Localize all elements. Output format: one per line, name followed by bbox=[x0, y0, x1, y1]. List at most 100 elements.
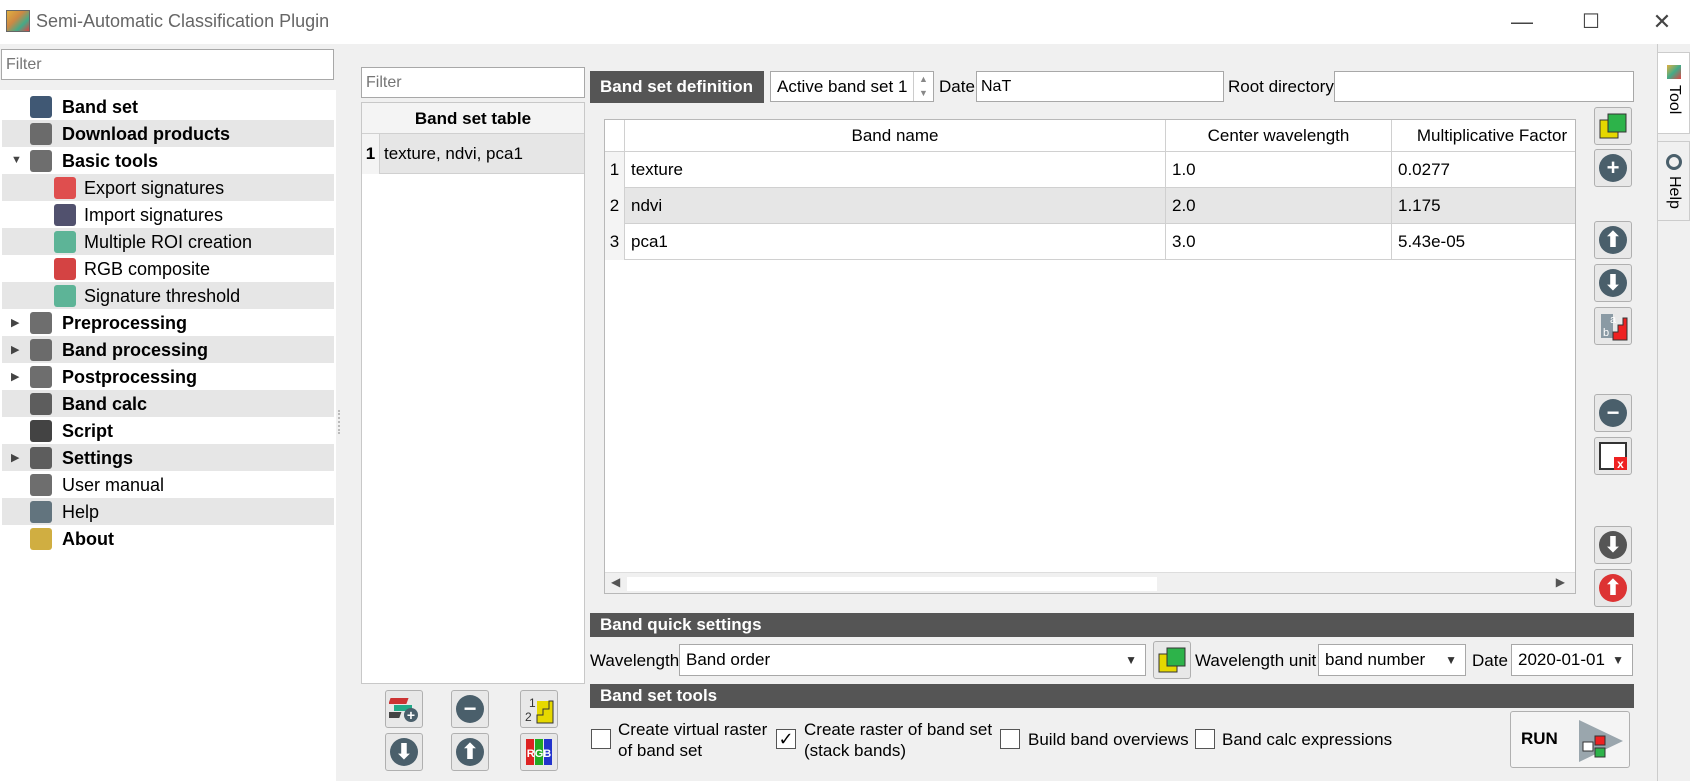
sort-bandset-button[interactable]: 12 bbox=[520, 690, 558, 728]
tree-item-label: Export signatures bbox=[84, 178, 225, 198]
tree-item-basic-tools[interactable]: ▼ Basic tools bbox=[2, 147, 334, 174]
quick-date-picker[interactable]: 2020-01-01 ▼ bbox=[1511, 644, 1633, 676]
run-button[interactable]: RUN bbox=[1510, 711, 1630, 768]
tree-item-multiple-roi-creation[interactable]: Multiple ROI creation bbox=[2, 228, 334, 255]
add-band-button[interactable]: + bbox=[1594, 149, 1632, 187]
tree-item-label: Settings bbox=[62, 448, 134, 468]
sort-alphabetical-icon: ab bbox=[1601, 314, 1628, 341]
tree-item-script[interactable]: Script bbox=[2, 417, 334, 444]
svg-text:x: x bbox=[1617, 457, 1624, 471]
chevron-down-icon[interactable]: ▼ bbox=[11, 154, 22, 166]
rgb-bandset-button[interactable]: RGB bbox=[520, 733, 558, 771]
move-band-up-button[interactable]: ⬆ bbox=[1594, 221, 1632, 259]
tree-item-preprocessing[interactable]: ▶ Preprocessing bbox=[2, 309, 334, 336]
band-name-cell[interactable]: texture bbox=[625, 152, 1166, 188]
band-name-cell[interactable]: pca1 bbox=[625, 224, 1166, 260]
chevron-right-icon[interactable]: ▶ bbox=[11, 316, 19, 329]
move-bandset-down-button[interactable]: ⬇ bbox=[385, 733, 423, 771]
import-button[interactable]: ⬇ bbox=[1594, 526, 1632, 564]
table-row[interactable]: 3 pca1 3.0 5.43e-05 bbox=[605, 224, 1575, 260]
scroll-right-icon[interactable]: ▶ bbox=[1556, 575, 1565, 589]
add-bandset-icon: + bbox=[389, 698, 418, 723]
scrollbar-thumb[interactable] bbox=[627, 577, 1157, 591]
arrow-up-icon: ⬆ bbox=[456, 738, 484, 766]
minus-icon: − bbox=[456, 695, 484, 723]
bandset-filter-input[interactable] bbox=[361, 67, 585, 98]
remove-bandset-button[interactable]: − bbox=[451, 690, 489, 728]
center-wavelength-cell[interactable]: 2.0 bbox=[1166, 188, 1392, 224]
band-calc-expressions-label: Band calc expressions bbox=[1222, 730, 1393, 749]
import-signatures-icon bbox=[54, 204, 76, 226]
help-icon bbox=[30, 501, 52, 523]
scroll-left-icon[interactable]: ◀ bbox=[611, 575, 620, 589]
center-wavelength-cell[interactable]: 1.0 bbox=[1166, 152, 1392, 188]
clear-table-button[interactable]: x bbox=[1594, 437, 1632, 475]
tool-side-tab[interactable]: Tool bbox=[1657, 52, 1690, 134]
multiplicative-factor-cell[interactable]: 5.43e-05 bbox=[1392, 224, 1575, 260]
svg-text:1: 1 bbox=[529, 696, 536, 710]
export-button[interactable]: ⬆ bbox=[1594, 569, 1632, 607]
help-side-tab[interactable]: Help bbox=[1657, 141, 1690, 221]
move-bandset-up-button[interactable]: ⬆ bbox=[451, 733, 489, 771]
active-band-set-spinbox[interactable]: Active band set 1 ▲ ▼ bbox=[770, 71, 934, 102]
multiplicative-factor-cell[interactable]: 0.0277 bbox=[1392, 152, 1575, 188]
multiplicative-factor-cell[interactable]: 1.175 bbox=[1392, 188, 1575, 224]
remove-band-button[interactable]: − bbox=[1594, 394, 1632, 432]
chevron-right-icon[interactable]: ▶ bbox=[11, 343, 19, 356]
maximize-button[interactable]: ☐ bbox=[1566, 6, 1616, 38]
sort-bands-button[interactable]: ab bbox=[1594, 307, 1632, 345]
col-header-multiplicative-factor[interactable]: Multiplicative Factor bbox=[1392, 120, 1575, 152]
tree-item-settings[interactable]: ▶ Settings bbox=[2, 444, 334, 471]
bandset-value: texture, ndvi, pca1 bbox=[384, 144, 523, 163]
horizontal-scrollbar[interactable]: ◀ ▶ bbox=[605, 572, 1575, 593]
help-tab-label: Help bbox=[1666, 176, 1683, 209]
svg-text:2: 2 bbox=[525, 710, 532, 724]
tree-item-band-set[interactable]: Band set bbox=[2, 93, 334, 120]
stack-bands-label-line2: (stack bands) bbox=[804, 741, 907, 760]
band-name-cell[interactable]: ndvi bbox=[625, 188, 1166, 224]
tree-item-user-manual[interactable]: User manual bbox=[2, 471, 334, 498]
tree-item-download-products[interactable]: Download products bbox=[2, 120, 334, 147]
tree-item-about[interactable]: About bbox=[2, 525, 334, 552]
add-bandset-button[interactable]: + bbox=[385, 690, 423, 728]
chevron-right-icon[interactable]: ▶ bbox=[11, 451, 19, 464]
chevron-right-icon[interactable]: ▶ bbox=[11, 370, 19, 383]
tree-item-band-processing[interactable]: ▶ Band processing bbox=[2, 336, 334, 363]
chevron-down-icon: ▼ bbox=[1612, 653, 1624, 667]
quick-date-value: 2020-01-01 bbox=[1518, 650, 1605, 669]
wavelength-unit-combobox[interactable]: band number ▼ bbox=[1318, 644, 1466, 676]
date-input[interactable] bbox=[976, 71, 1224, 102]
close-button[interactable]: ✕ bbox=[1637, 6, 1687, 38]
spin-arrows-icon[interactable]: ▲ ▼ bbox=[913, 72, 933, 101]
tree-item-rgb-composite[interactable]: RGB composite bbox=[2, 255, 334, 282]
tree-item-export-signatures[interactable]: Export signatures bbox=[2, 174, 334, 201]
wavelength-combobox[interactable]: Band order ▼ bbox=[679, 644, 1146, 676]
set-wavelength-button[interactable] bbox=[1153, 641, 1191, 679]
table-row[interactable]: 2 ndvi 2.0 1.175 bbox=[605, 188, 1575, 224]
table-row[interactable]: 1 texture 1.0 0.0277 bbox=[605, 152, 1575, 188]
tree-filter-input[interactable] bbox=[1, 49, 334, 80]
center-wavelength-cell[interactable]: 3.0 bbox=[1166, 224, 1392, 260]
col-header-band-name[interactable]: Band name bbox=[625, 120, 1166, 152]
tree-item-label: Basic tools bbox=[62, 151, 159, 171]
move-band-down-button[interactable]: ⬇ bbox=[1594, 264, 1632, 302]
bandset-table-row[interactable]: 1 texture, ndvi, pca1 bbox=[362, 134, 584, 174]
tree-item-label: Script bbox=[62, 421, 114, 441]
root-directory-input[interactable] bbox=[1334, 71, 1634, 102]
virtual-raster-checkbox[interactable] bbox=[591, 729, 611, 749]
add-raster-icon bbox=[1599, 113, 1627, 139]
tree-item-help[interactable]: Help bbox=[2, 498, 334, 525]
stack-bands-checkbox[interactable]: ✓ bbox=[776, 729, 796, 749]
tree-item-band-calc[interactable]: Band calc bbox=[2, 390, 334, 417]
tree-item-postprocessing[interactable]: ▶ Postprocessing bbox=[2, 363, 334, 390]
col-header-center-wavelength[interactable]: Center wavelength bbox=[1166, 120, 1392, 152]
splitter-handle[interactable] bbox=[338, 410, 342, 434]
build-overviews-checkbox[interactable] bbox=[1000, 729, 1020, 749]
minimize-button[interactable]: — bbox=[1497, 6, 1547, 38]
tree-item-import-signatures[interactable]: Import signatures bbox=[2, 201, 334, 228]
add-raster-button[interactable] bbox=[1594, 107, 1632, 145]
virtual-raster-label: Create virtual raster of band set bbox=[618, 719, 767, 761]
tree-item-signature-threshold[interactable]: Signature threshold bbox=[2, 282, 334, 309]
settings-icon bbox=[30, 447, 52, 469]
band-calc-expressions-checkbox[interactable] bbox=[1195, 729, 1215, 749]
